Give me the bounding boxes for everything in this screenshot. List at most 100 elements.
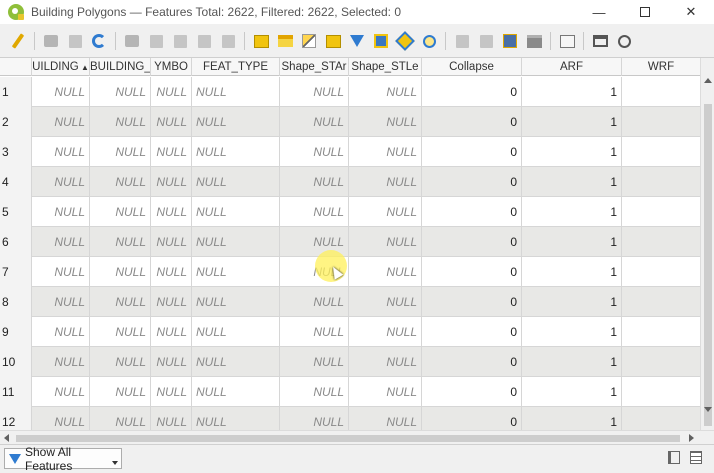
vertical-scrollbar[interactable] xyxy=(700,58,714,430)
table-cell[interactable]: 1 xyxy=(522,227,622,257)
reload-icon[interactable] xyxy=(90,32,108,50)
table-cell[interactable] xyxy=(622,347,700,377)
column-header[interactable]: Shape_STAr xyxy=(280,58,349,76)
table-cell[interactable]: 1 xyxy=(522,77,622,107)
cut-icon[interactable] xyxy=(171,32,189,50)
table-cell[interactable]: NULL xyxy=(192,77,280,107)
minimize-button[interactable]: — xyxy=(576,0,622,24)
table-cell[interactable]: NULL xyxy=(349,377,422,407)
table-cell[interactable]: NULL xyxy=(280,167,349,197)
table-row[interactable]: 4 NULL NULL NULL NULL NULL NULL 0 1 xyxy=(0,167,700,197)
table-cell[interactable]: 1 xyxy=(522,347,622,377)
row-number[interactable]: 8 xyxy=(0,287,32,317)
column-header[interactable]: FEAT_TYPE xyxy=(192,58,280,76)
table-cell[interactable]: NULL xyxy=(32,137,90,167)
table-cell[interactable]: 0 xyxy=(422,137,522,167)
table-cell[interactable]: NULL xyxy=(280,107,349,137)
table-cell[interactable] xyxy=(622,287,700,317)
column-header[interactable]: ARF xyxy=(522,58,622,76)
table-cell[interactable]: NULL xyxy=(90,257,151,287)
delete-field-icon[interactable] xyxy=(477,32,495,50)
scroll-left-icon[interactable] xyxy=(4,434,9,442)
table-cell[interactable] xyxy=(622,107,700,137)
select-all-icon[interactable] xyxy=(276,32,294,50)
table-cell[interactable]: NULL xyxy=(192,107,280,137)
table-cell[interactable]: NULL xyxy=(349,107,422,137)
paste-icon[interactable] xyxy=(219,32,237,50)
table-cell[interactable]: NULL xyxy=(90,227,151,257)
table-cell[interactable]: NULL xyxy=(32,287,90,317)
table-cell[interactable]: NULL xyxy=(32,197,90,227)
table-cell[interactable]: 0 xyxy=(422,107,522,137)
row-number[interactable]: 3 xyxy=(0,137,32,167)
column-header[interactable]: UILDING ▲ xyxy=(32,58,90,76)
table-cell[interactable]: NULL xyxy=(151,197,192,227)
deselect-icon[interactable] xyxy=(324,32,342,50)
table-cell[interactable]: NULL xyxy=(280,77,349,107)
table-cell[interactable]: NULL xyxy=(192,167,280,197)
table-row[interactable]: 7NULLNULLNULLNULLNULLNULL01 xyxy=(0,257,700,287)
table-cell[interactable]: 1 xyxy=(522,137,622,167)
form-view-icon[interactable] xyxy=(668,451,680,464)
vertical-scroll-thumb[interactable] xyxy=(704,104,712,426)
table-cell[interactable]: NULL xyxy=(90,317,151,347)
table-cell[interactable]: NULL xyxy=(349,287,422,317)
table-cell[interactable]: NULL xyxy=(90,347,151,377)
new-field-icon[interactable] xyxy=(453,32,471,50)
row-number[interactable]: 2 xyxy=(0,107,32,137)
select-expression-icon[interactable] xyxy=(252,32,270,50)
column-header[interactable]: Collapse xyxy=(422,58,522,76)
table-cell[interactable]: NULL xyxy=(349,137,422,167)
zoom-to-selection-icon[interactable] xyxy=(420,32,438,50)
attribute-table[interactable]: UILDING ▲ BUILDING_ YMBO FEAT_TYPE Shape… xyxy=(0,57,714,444)
table-cell[interactable]: NULL xyxy=(151,377,192,407)
table-cell[interactable]: NULL xyxy=(192,377,280,407)
table-cell[interactable]: NULL xyxy=(151,167,192,197)
horizontal-scrollbar[interactable] xyxy=(0,430,714,444)
row-number[interactable]: 10 xyxy=(0,347,32,377)
table-cell[interactable]: NULL xyxy=(192,347,280,377)
scroll-right-icon[interactable] xyxy=(689,434,694,442)
table-cell[interactable]: NULL xyxy=(280,317,349,347)
add-feature-icon[interactable] xyxy=(123,32,141,50)
table-cell[interactable]: NULL xyxy=(151,77,192,107)
table-cell[interactable]: 1 xyxy=(522,197,622,227)
table-cell[interactable]: NULL xyxy=(151,287,192,317)
table-cell[interactable] xyxy=(622,167,700,197)
table-cell[interactable] xyxy=(622,77,700,107)
table-cell[interactable]: NULL xyxy=(192,287,280,317)
table-row[interactable]: 2 NULL NULL NULL NULL NULL NULL 0 1 xyxy=(0,107,700,137)
maximize-button[interactable] xyxy=(622,0,668,24)
scroll-down-icon[interactable] xyxy=(704,407,712,412)
field-calculator-icon[interactable] xyxy=(525,32,543,50)
table-cell[interactable] xyxy=(622,227,700,257)
table-cell[interactable]: NULL xyxy=(151,107,192,137)
table-cell[interactable]: NULL xyxy=(32,107,90,137)
actions-icon[interactable] xyxy=(615,32,633,50)
column-header[interactable]: Shape_STLe xyxy=(349,58,422,76)
table-cell[interactable]: NULL xyxy=(151,347,192,377)
table-cell[interactable]: 0 xyxy=(422,167,522,197)
row-number[interactable]: 1 xyxy=(0,77,32,107)
pan-to-selection-icon[interactable] xyxy=(395,31,415,51)
table-cell[interactable]: 1 xyxy=(522,317,622,347)
table-row[interactable]: 10 NULL NULL NULL NULL NULL NULL 0 1 xyxy=(0,347,700,377)
table-cell[interactable]: NULL xyxy=(349,167,422,197)
multi-edit-icon[interactable] xyxy=(42,32,60,50)
row-number[interactable]: 6 xyxy=(0,227,32,257)
table-row[interactable]: 5 NULL NULL NULL NULL NULL NULL 0 1 xyxy=(0,197,700,227)
table-cell[interactable]: NULL xyxy=(90,377,151,407)
table-cell[interactable]: NULL xyxy=(280,137,349,167)
column-header[interactable]: BUILDING_ xyxy=(90,58,151,76)
table-cell[interactable] xyxy=(622,377,700,407)
corner-cell[interactable] xyxy=(0,58,32,76)
table-cell[interactable]: 0 xyxy=(422,347,522,377)
table-cell[interactable]: NULL xyxy=(280,377,349,407)
row-number[interactable]: 9 xyxy=(0,317,32,347)
column-header[interactable]: YMBO xyxy=(151,58,192,76)
table-view-icon[interactable] xyxy=(690,451,702,464)
table-cell[interactable] xyxy=(622,257,700,287)
save-edits-icon[interactable] xyxy=(66,32,84,50)
table-row[interactable]: 1 NULL NULL NULL NULL NULL NULL 0 1 xyxy=(0,77,700,107)
table-cell[interactable]: NULL xyxy=(32,167,90,197)
